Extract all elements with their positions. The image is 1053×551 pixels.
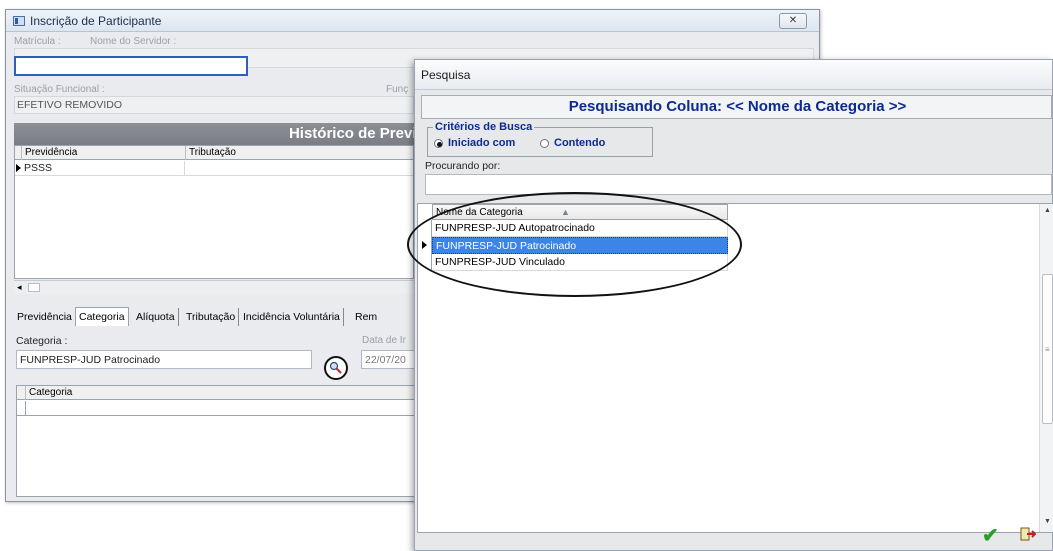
grip-icon: ≡ [1045,345,1050,354]
tab-tributacao[interactable]: Tributação [183,308,240,326]
matricula-input[interactable] [14,56,248,76]
categoria-value: FUNPRESP-JUD Patrocinado [20,354,161,366]
search-lookup-icon [329,361,342,374]
col-categoria[interactable]: Categoria [25,386,72,400]
dialog-header: Pesquisando Coluna: << Nome da Categoria… [568,98,907,115]
exit-icon [1020,527,1037,541]
option-iniciado-com[interactable]: Iniciado com [448,137,515,149]
funcao-label: Funç [386,84,409,95]
categoria-grid: Categoria [16,385,421,497]
confirm-button[interactable]: ✔ [982,523,999,548]
window-icon [13,16,25,26]
tab-incidencia-voluntaria[interactable]: Incidência Voluntária [240,308,344,326]
table-row[interactable] [17,401,420,416]
scroll-up-icon[interactable]: ▲ [1044,207,1051,214]
main-window-title: Inscrição de Participante [30,14,162,28]
cell-divider [25,401,26,416]
dialog-title: Pesquisa [421,68,471,82]
col-previdencia[interactable]: Previdência [21,146,77,160]
situacao-funcional-value: EFETIVO REMOVIDO [17,99,123,111]
dialog-header-panel: Pesquisando Coluna: << Nome da Categoria… [421,95,1052,119]
highlight-oval [407,192,742,297]
history-grid-header: Previdência Tributação [15,146,413,160]
categoria-label: Categoria : [16,335,68,347]
row-pointer-icon [16,164,21,172]
tab-rem[interactable]: Rem [352,308,380,326]
close-icon: ✕ [788,15,798,26]
criteria-group: Critérios de Busca Iniciado com Contendo [427,121,653,157]
search-label: Procurando por: [425,160,501,172]
data-field[interactable]: 22/07/20 [361,350,421,369]
data-label: Data de Ir [362,335,406,346]
situacao-funcional-field: EFETIVO REMOVIDO [14,96,414,114]
tab-bar: Previdência Categoria Alíquota Tributaçã… [14,307,424,326]
main-window-titlebar[interactable]: Inscrição de Participante ✕ [6,10,819,32]
col-tributacao[interactable]: Tributação [185,146,236,160]
dialog-titlebar[interactable]: Pesquisa [415,60,1052,90]
table-row[interactable]: PSSS [15,161,413,176]
close-button[interactable]: ✕ [779,13,807,29]
categoria-grid-header: Categoria [17,386,420,400]
tab-previdencia[interactable]: Previdência [14,308,76,326]
radio-iniciado-com[interactable] [434,139,443,148]
search-input[interactable] [425,174,1052,195]
vscroll-thumb[interactable]: ≡ [1042,274,1053,424]
cell-divider [184,161,185,176]
tab-categoria[interactable]: Categoria [75,307,129,326]
categoria-field[interactable]: FUNPRESP-JUD Patrocinado [16,350,312,369]
results-vscroll[interactable]: ▲ ≡ ▼ [1039,204,1053,532]
exit-button[interactable] [1020,527,1037,544]
history-grid: Previdência Tributação PSSS [14,145,414,279]
radio-contendo[interactable] [540,139,549,148]
row-previdencia: PSSS [24,162,53,174]
data-value: 22/07/20 [365,354,406,366]
hscroll-thumb[interactable] [28,283,40,292]
categoria-search-button[interactable] [324,356,348,380]
nome-servidor-label: Nome do Servidor : [90,36,177,47]
situacao-funcional-label: Situação Funcional : [14,84,105,95]
confirm-check-icon: ✔ [982,525,999,547]
matricula-label: Matrícula : [14,36,61,47]
history-hscroll[interactable]: ◂ [14,280,414,294]
criteria-legend: Critérios de Busca [433,121,535,133]
scroll-down-icon[interactable]: ▼ [1044,518,1051,525]
tab-aliquota[interactable]: Alíquota [133,308,179,326]
search-dialog: Pesquisa Pesquisando Coluna: << Nome da … [414,59,1053,551]
option-contendo[interactable]: Contendo [554,137,605,149]
scroll-left-icon[interactable]: ◂ [17,282,22,293]
